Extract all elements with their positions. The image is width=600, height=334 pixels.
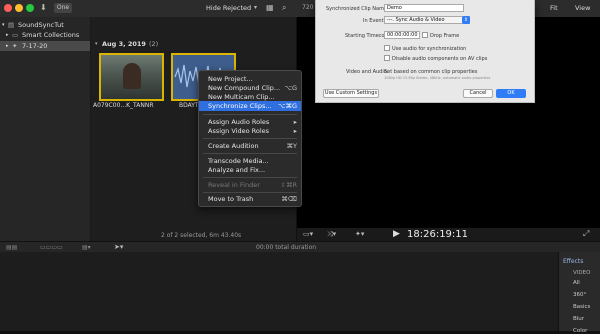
- effects-category: VIDEO: [573, 270, 591, 276]
- use-custom-settings-button[interactable]: Use Custom Settings: [323, 89, 379, 98]
- edit-mode-icon[interactable]: ▤▾: [82, 244, 91, 251]
- menu-item-assign-video-roles[interactable]: Assign Video Roles ▸: [199, 126, 301, 136]
- timeline-duration: 00:00 total duration: [256, 244, 317, 251]
- library-name: SoundSyncTut: [18, 21, 64, 29]
- viewer-format-label: 720: [302, 4, 314, 11]
- cancel-button[interactable]: Cancel: [463, 89, 493, 98]
- menu-item-synchronize-clips[interactable]: Synchronize Clips... ⌥⌘G: [199, 101, 301, 111]
- folder-icon: ▭: [12, 31, 19, 39]
- event-star-icon: ✦: [12, 42, 18, 50]
- clip-name-field[interactable]: Demo: [384, 4, 464, 12]
- date-count: (2): [149, 40, 159, 48]
- toolbar-badge[interactable]: One: [54, 3, 72, 13]
- video-audio-detail: 1080p HD 23.98p Stereo, 48kHz, automatic…: [384, 76, 491, 80]
- effects-category[interactable]: All: [573, 280, 580, 286]
- clip-appearance-icon[interactable]: ▦: [266, 3, 274, 12]
- effects-browser: Effects VIDEO All 360° Basics Blur Color: [558, 252, 600, 334]
- play-icon[interactable]: ▶: [393, 229, 400, 239]
- clip-name-label: Synchronized Clip Name:: [326, 6, 389, 12]
- disable-audio-label: Disable audio components on AV clips: [392, 56, 488, 62]
- drop-frame-checkbox[interactable]: [422, 32, 428, 38]
- enhance-icon[interactable]: ✦▾: [355, 230, 364, 238]
- fullscreen-icon[interactable]: ⤢: [583, 229, 589, 239]
- search-icon[interactable]: ⌕: [282, 3, 286, 13]
- menu-item-create-audition[interactable]: Create Audition ⌘Y: [199, 141, 301, 151]
- effects-category[interactable]: Color: [573, 328, 587, 334]
- chevron-right-icon[interactable]: ▸: [6, 41, 9, 51]
- chevron-down-icon[interactable]: ▾: [254, 4, 257, 11]
- chevron-updown-icon[interactable]: ⇕: [462, 16, 470, 24]
- timecode-display: 18:26:19:11: [407, 229, 469, 240]
- drop-frame-label: Drop Frame: [430, 33, 460, 39]
- smart-collections-item[interactable]: ▸ ▭ Smart Collections: [0, 30, 90, 40]
- viewer-controls: ▭▾ ⤨▾ ✦▾ ▶ 18:26:19:11 ⤢: [297, 228, 600, 241]
- clip-label: A079C00...K_TANNR: [93, 102, 154, 109]
- in-event-label: In Event:: [363, 18, 386, 24]
- in-event-select[interactable]: ---. Sync Audio & Video: [384, 16, 470, 24]
- video-audio-value: Set based on common clip properties: [384, 69, 478, 75]
- library-icon: ▤: [8, 21, 15, 29]
- use-audio-checkbox[interactable]: [384, 45, 390, 51]
- context-menu: New Project... New Compound Clip... ⌥G Ne…: [198, 70, 302, 207]
- event-item[interactable]: ▸ ✦ 7-17-20: [0, 41, 90, 51]
- view-menu[interactable]: View: [575, 4, 590, 12]
- menu-separator: [203, 138, 297, 139]
- timeline[interactable]: [0, 252, 558, 331]
- index-icon[interactable]: ▤▤: [6, 244, 17, 251]
- minimize-window-button[interactable]: [15, 4, 23, 12]
- menu-item-reveal-in-finder: Reveal in Finder ⇧⌘R: [208, 181, 297, 189]
- menu-separator: [203, 153, 297, 154]
- effects-category[interactable]: 360°: [573, 292, 586, 298]
- use-audio-label: Use audio for synchronization: [392, 46, 467, 52]
- library-sidebar: ▾ ▤ SoundSyncTut ▸ ▭ Smart Collections ▸…: [0, 17, 91, 241]
- fit-zoom-select[interactable]: Fit: [550, 4, 558, 12]
- video-audio-label: Video and Audio:: [346, 69, 389, 75]
- synchronize-clips-dialog: Synchronized Clip Name: Demo In Event: -…: [315, 0, 535, 103]
- import-icon[interactable]: ⬇: [40, 3, 47, 12]
- effects-category[interactable]: Basics: [573, 304, 590, 310]
- close-window-button[interactable]: [4, 4, 12, 12]
- edit-buttons[interactable]: ▭▭▭▭: [40, 244, 63, 251]
- timecode-field[interactable]: 00:00:00:00: [384, 31, 420, 39]
- menu-item-move-to-trash[interactable]: Move to Trash ⌘⌫: [199, 194, 301, 204]
- date-header: Aug 3, 2019: [102, 40, 146, 48]
- chevron-down-icon[interactable]: ▾: [2, 20, 5, 30]
- browser-status: 2 of 2 selected, 6m 43.40s: [161, 232, 242, 239]
- effects-category[interactable]: Blur: [573, 316, 584, 322]
- menu-separator: [203, 192, 297, 193]
- menu-item-analyze-and-fix[interactable]: Analyze and Fix...: [199, 165, 301, 175]
- clip-thumbnail[interactable]: [99, 53, 164, 101]
- ok-button[interactable]: OK: [496, 89, 526, 98]
- arrow-tool-icon[interactable]: ➤▾: [114, 243, 123, 251]
- disable-audio-checkbox[interactable]: [384, 55, 390, 61]
- event-name: 7-17-20: [22, 42, 48, 50]
- chevron-right-icon[interactable]: ▸: [6, 30, 9, 40]
- smart-collections-label: Smart Collections: [22, 31, 80, 39]
- effects-header[interactable]: Effects: [563, 258, 583, 265]
- person-figure: [123, 63, 141, 89]
- chevron-down-icon[interactable]: ▾: [95, 41, 98, 47]
- library-item[interactable]: ▾ ▤ SoundSyncTut: [0, 20, 90, 30]
- hide-rejected-select[interactable]: Hide Rejected: [206, 4, 251, 12]
- menu-separator: [203, 177, 297, 178]
- transform-icon[interactable]: ⤨▾: [327, 230, 336, 239]
- zoom-window-button[interactable]: [26, 4, 34, 12]
- view-options-icon[interactable]: ▭▾: [303, 230, 313, 238]
- menu-separator: [203, 114, 297, 115]
